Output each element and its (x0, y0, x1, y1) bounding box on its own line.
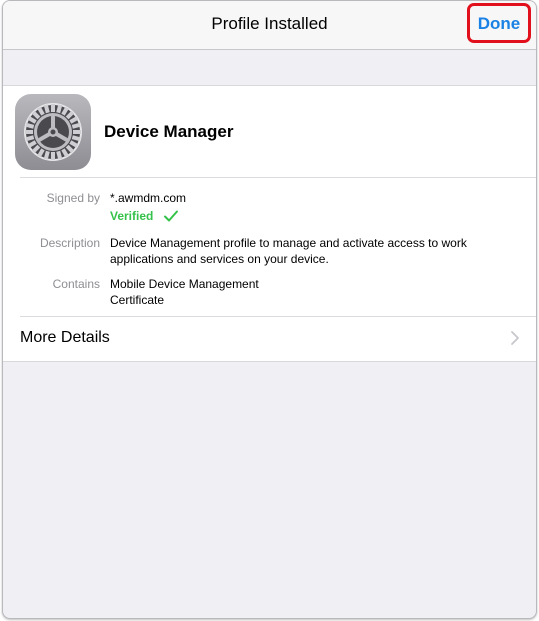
page-title: Profile Installed (211, 14, 328, 33)
checkmark-icon (164, 210, 178, 222)
chevron-right-icon[interactable] (510, 330, 520, 346)
profile-name: Device Manager (104, 122, 234, 141)
verified-status: Verified (110, 209, 154, 223)
contains-value-line2: Certificate (110, 293, 165, 307)
description-value-line1: Device Management profile to manage and … (110, 236, 467, 250)
done-button[interactable]: Done (470, 14, 528, 34)
divider (20, 177, 536, 178)
settings-gear-icon (15, 94, 91, 170)
contains-value-line1: Mobile Device Management (110, 277, 259, 291)
description-value-line2: applications and services on your device… (110, 252, 329, 266)
navigation-bar: Profile Installed Done (3, 1, 536, 50)
divider (20, 316, 536, 317)
signed-by-label: Signed by (46, 191, 100, 205)
contains-label: Contains (52, 277, 100, 291)
profile-card: Device Manager Signed by *.awmdm.com Ver… (3, 85, 536, 362)
profile-window: Profile Installed Done Device Manager Si… (2, 0, 537, 619)
more-details-link[interactable]: More Details (20, 329, 110, 347)
signed-by-value: *.awmdm.com (110, 191, 187, 205)
description-label: Description (39, 236, 100, 250)
done-button-highlight: Done (467, 3, 531, 43)
